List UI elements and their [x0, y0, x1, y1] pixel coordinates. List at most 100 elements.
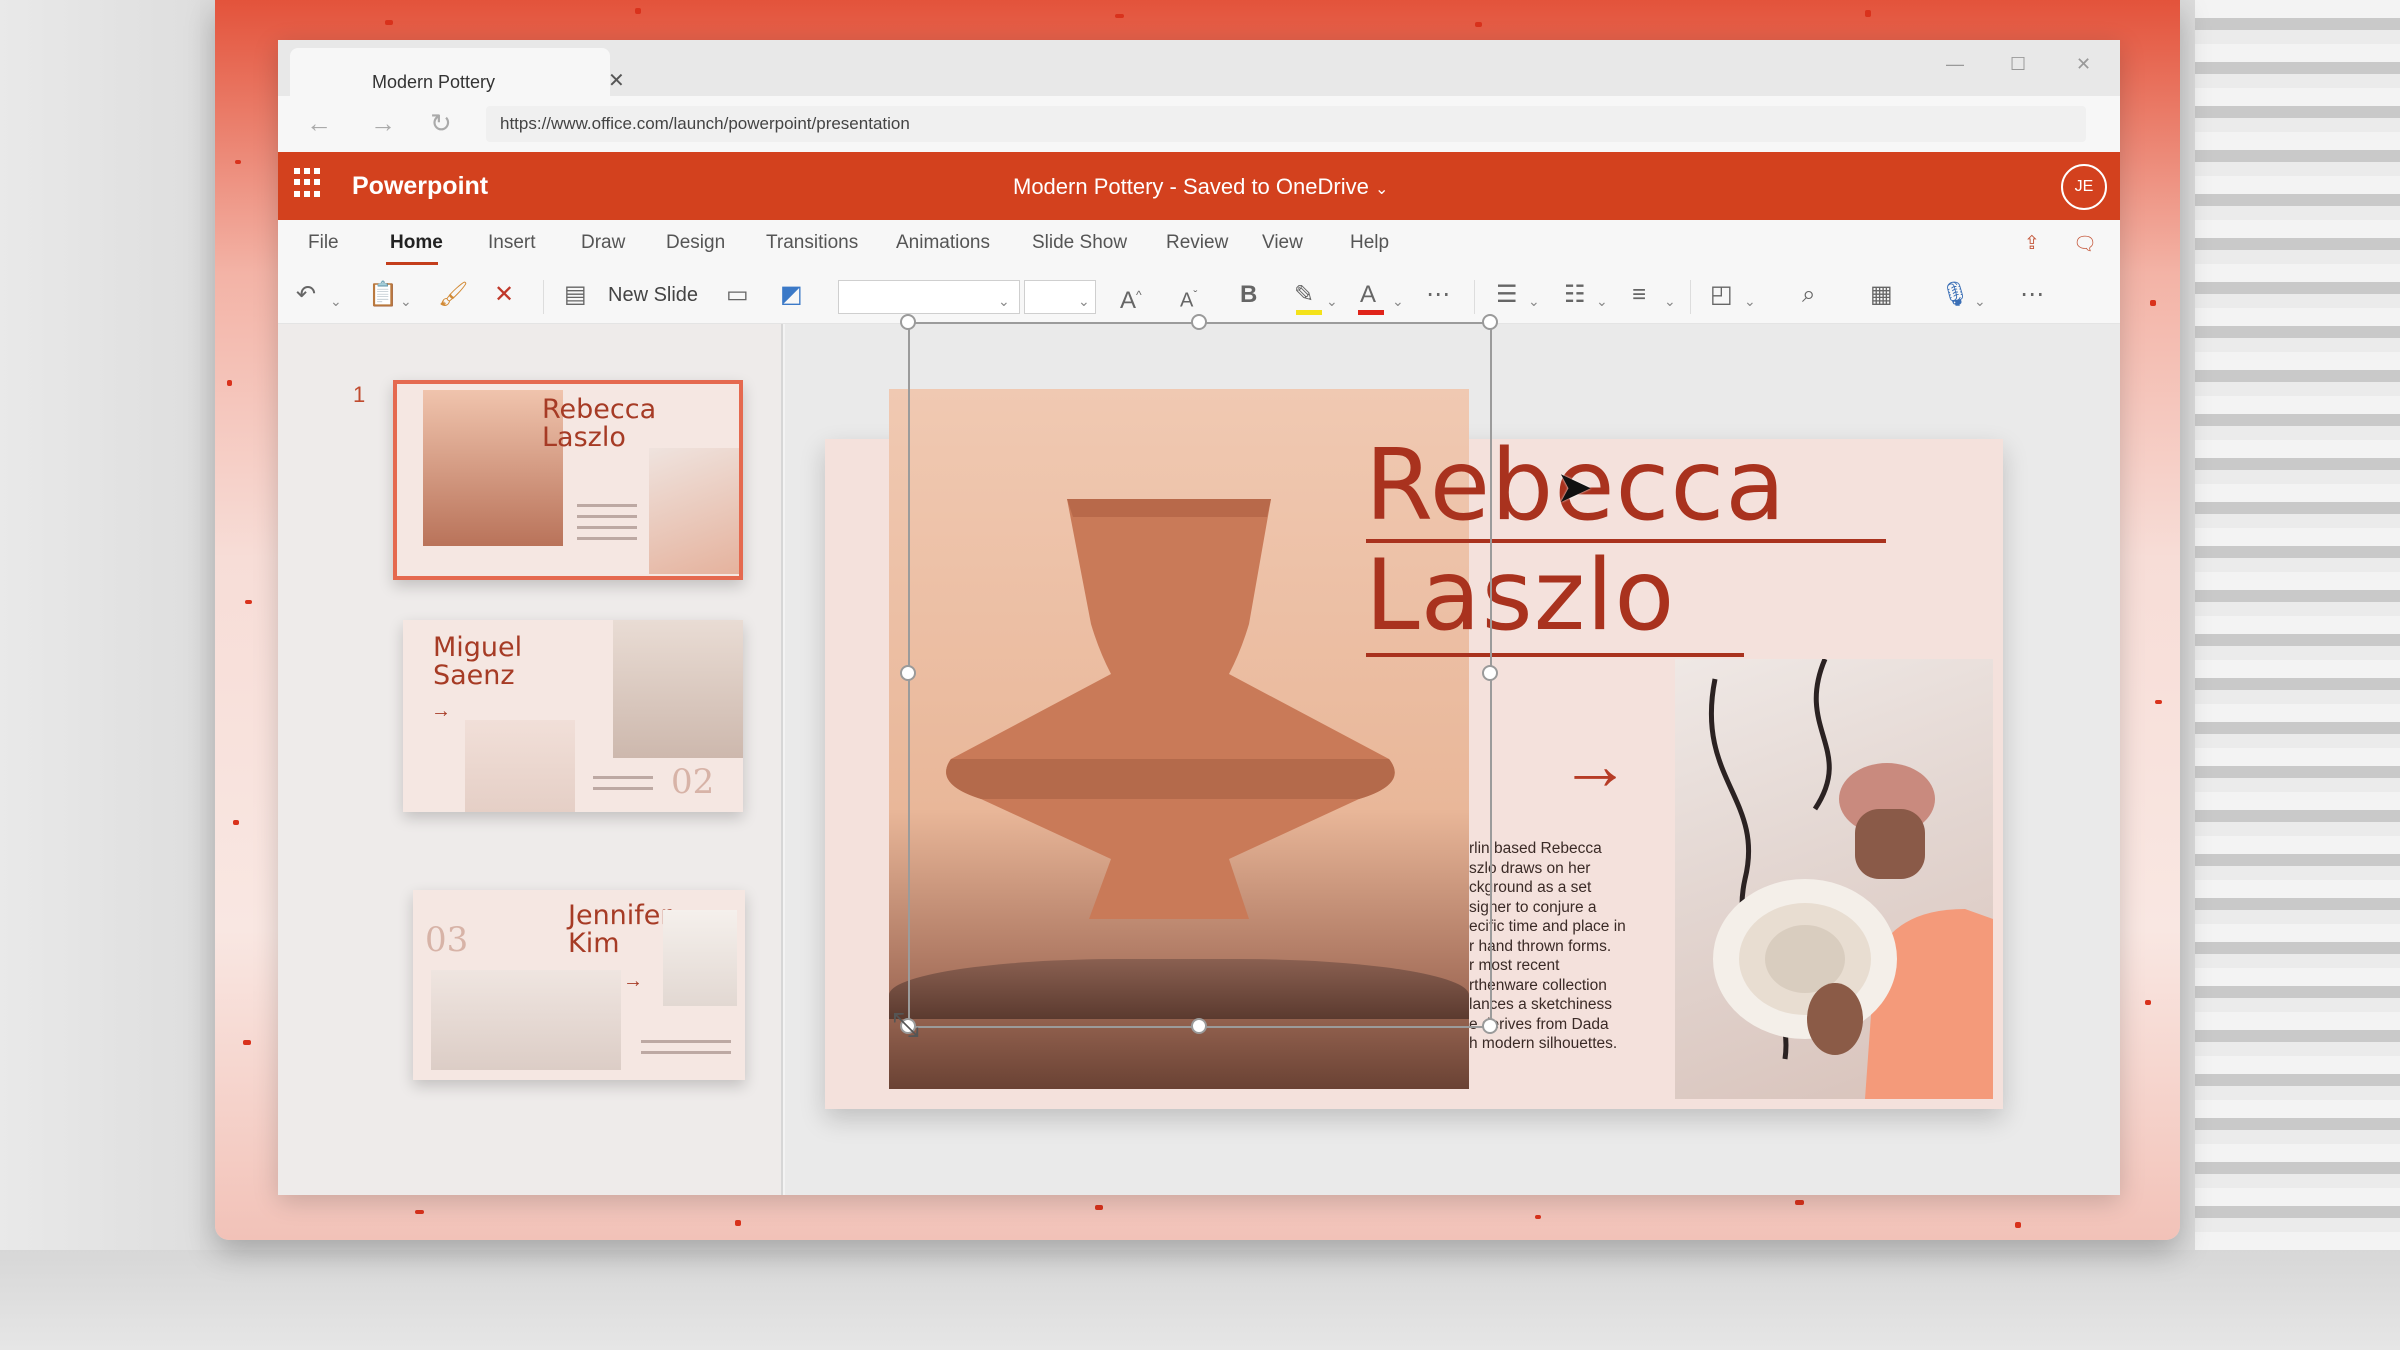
chevron-down-icon[interactable]: ⌄: [1326, 286, 1338, 316]
thumbnail-title-line1: Rebecca: [542, 394, 657, 425]
tab-strip: Modern Pottery ✕ — ☐ ✕: [278, 40, 2120, 96]
chevron-down-icon[interactable]: ⌄: [1596, 286, 1608, 316]
avatar[interactable]: JE: [2061, 164, 2107, 210]
tab-file[interactable]: File: [308, 232, 339, 254]
resize-handle[interactable]: [1482, 314, 1498, 330]
resize-handle[interactable]: [900, 314, 916, 330]
slide-number: 1: [353, 382, 366, 407]
app-header: Powerpoint Modern Pottery - Saved to One…: [278, 152, 2120, 220]
bullets-icon[interactable]: ☰: [1496, 280, 1518, 310]
more-icon[interactable]: ⋯: [1426, 280, 1450, 310]
toolbar-divider: [543, 280, 544, 314]
maximize-icon[interactable]: ☐: [2010, 54, 2026, 75]
thumbnail-title-line2: Laszlo: [542, 422, 626, 454]
app-launcher-icon[interactable]: [294, 168, 324, 198]
thumbnail-title: Rebecca Laszlo: [542, 394, 657, 454]
thumbnail-title: Jennifer Kim: [568, 900, 672, 959]
tab-insert[interactable]: Insert: [488, 232, 536, 254]
tab-design[interactable]: Design: [666, 232, 725, 254]
align-icon[interactable]: ≡: [1632, 280, 1646, 310]
font-color-icon[interactable]: A: [1360, 280, 1376, 310]
desk-surface: [0, 1250, 2400, 1350]
thumbnail-title-line2: Saenz: [433, 660, 515, 692]
ribbon-tabs: File Home Insert Draw Design Transitions…: [278, 220, 2120, 266]
chevron-down-icon[interactable]: ⌄: [330, 286, 342, 316]
url-field[interactable]: https://www.office.com/launch/powerpoint…: [486, 106, 2086, 142]
chevron-down-icon[interactable]: ⌄: [400, 286, 412, 316]
comment-icon[interactable]: 🗨: [2073, 232, 2097, 256]
slide-body-text[interactable]: rlin based Rebecca szlo draws on her ckg…: [1469, 839, 1669, 1054]
thumbnail-body-lines: [577, 504, 637, 548]
design-ideas-icon[interactable]: ◩: [780, 280, 803, 310]
minimize-icon[interactable]: —: [1946, 54, 1964, 75]
thumbnail-title-line1: Jennifer: [568, 900, 672, 931]
shapes-icon[interactable]: ◰: [1710, 280, 1733, 310]
arrow-icon: →: [623, 970, 643, 992]
resize-handle[interactable]: [1482, 1018, 1498, 1034]
background-wall: [0, 0, 200, 1250]
tab-view[interactable]: View: [1262, 232, 1303, 254]
tab-review[interactable]: Review: [1166, 232, 1228, 254]
browser-tab[interactable]: Modern Pottery ✕: [290, 48, 625, 96]
document-title[interactable]: Modern Pottery - Saved to OneDrive ⌄: [1013, 174, 1388, 200]
font-family-dropdown[interactable]: [838, 280, 1020, 314]
slide-thumbnail-pane: 1 Rebecca Laszlo Miguel Saenz → 02 03 Je…: [278, 324, 783, 1195]
back-icon[interactable]: ←: [306, 108, 332, 139]
bold-icon[interactable]: B: [1240, 280, 1257, 310]
slide-badge: 03: [425, 920, 469, 960]
undo-icon[interactable]: ↶: [296, 280, 316, 310]
new-slide-button[interactable]: New Slide: [608, 284, 698, 307]
delete-icon[interactable]: ✕: [494, 280, 514, 310]
chevron-down-icon: ⌄: [998, 293, 1010, 309]
shrink-font-icon[interactable]: Aˇ: [1180, 280, 1197, 316]
thumbnail-title: Miguel Saenz: [433, 632, 523, 692]
more-options-icon[interactable]: ⋯: [2020, 280, 2044, 310]
chevron-down-icon[interactable]: ⌄: [1974, 286, 1986, 316]
refresh-icon[interactable]: ↻: [430, 108, 452, 139]
slide-thumbnail-3[interactable]: 03 Jennifer Kim →: [413, 890, 745, 1080]
chevron-down-icon[interactable]: ⌄: [1744, 286, 1756, 316]
resize-handle[interactable]: [900, 665, 916, 681]
bowls-thumbnail-image: [663, 910, 737, 1006]
paste-icon[interactable]: 📋: [368, 280, 398, 310]
thumbnail-body-lines: [641, 1040, 731, 1062]
slide-badge: 02: [671, 762, 715, 802]
decor-thumbnail-image: [613, 620, 743, 758]
chevron-down-icon[interactable]: ⌄: [1392, 286, 1404, 316]
tab-help[interactable]: Help: [1350, 232, 1389, 254]
tab-draw[interactable]: Draw: [581, 232, 625, 254]
thumbnail-body-lines: [593, 776, 653, 798]
address-bar: ← → ↻ https://www.office.com/launch/powe…: [278, 96, 2120, 152]
tab-title: Modern Pottery: [372, 72, 496, 92]
tab-home[interactable]: Home: [390, 232, 443, 254]
numbering-icon[interactable]: ☷: [1564, 280, 1586, 310]
resize-handle[interactable]: [1191, 1018, 1207, 1034]
resize-handle[interactable]: [1482, 665, 1498, 681]
layout-icon[interactable]: ▭: [726, 280, 749, 310]
potter-graphic: [1708, 659, 1993, 1099]
tab-slide-show[interactable]: Slide Show: [1032, 232, 1127, 254]
slide-thumbnail-2[interactable]: Miguel Saenz → 02: [403, 620, 743, 812]
forward-icon[interactable]: →: [370, 108, 396, 139]
window-blinds: [2195, 0, 2400, 1350]
format-painter-icon[interactable]: 🖌: [438, 280, 468, 310]
potter-photo[interactable]: [1675, 659, 1993, 1099]
designer-icon[interactable]: ▦: [1870, 280, 1893, 310]
app-name[interactable]: Powerpoint: [352, 172, 488, 201]
highlight-icon[interactable]: ✎: [1294, 280, 1314, 310]
new-slide-icon[interactable]: ▤: [564, 280, 587, 310]
dictate-icon[interactable]: 🎙: [1940, 280, 1970, 310]
window-close-icon[interactable]: ✕: [2076, 54, 2091, 75]
close-icon[interactable]: ✕: [608, 68, 625, 93]
tab-transitions[interactable]: Transitions: [766, 232, 858, 254]
chevron-down-icon[interactable]: ⌄: [1664, 286, 1676, 316]
slide-thumbnail-1[interactable]: Rebecca Laszlo: [393, 380, 743, 580]
share-icon[interactable]: ⇪: [2024, 232, 2040, 255]
resize-handle[interactable]: [1191, 314, 1207, 330]
thumbnail-title-line1: Miguel: [433, 632, 523, 663]
find-icon[interactable]: ⌕: [1802, 280, 1815, 310]
arrow-icon: →: [1560, 726, 1630, 804]
chevron-down-icon[interactable]: ⌄: [1528, 286, 1540, 316]
grow-font-icon[interactable]: A^: [1120, 280, 1142, 316]
tab-animations[interactable]: Animations: [896, 232, 990, 254]
